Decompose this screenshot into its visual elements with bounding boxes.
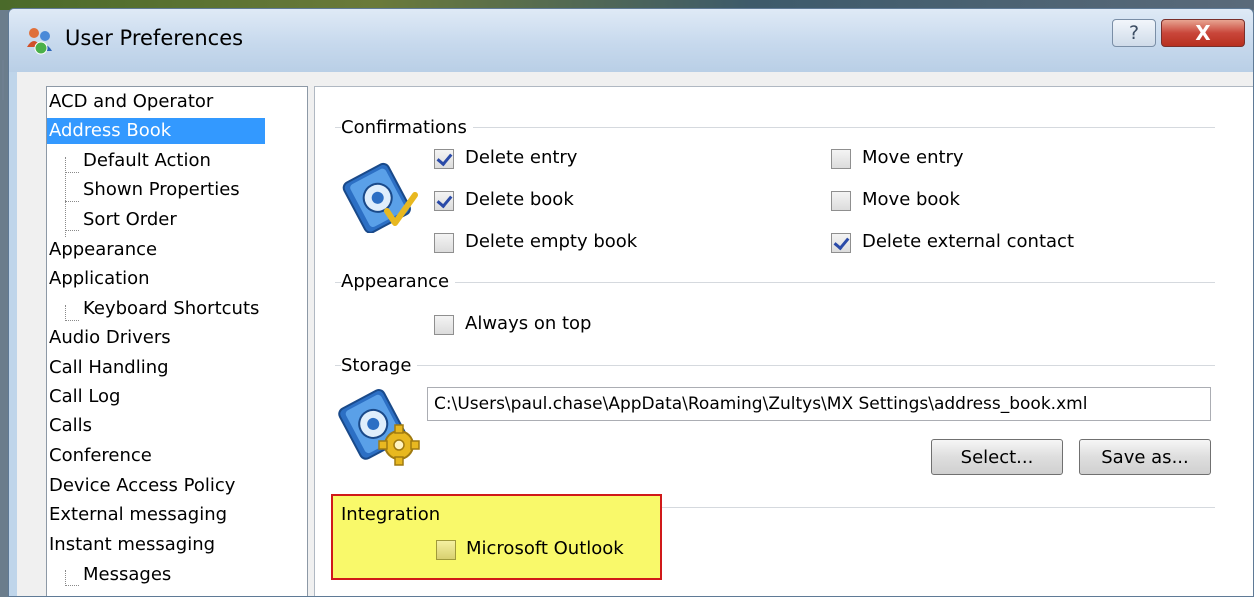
address-book-check-icon <box>342 162 418 233</box>
dialog-client-area: ACD and Operator Address Book Default Ac… <box>17 72 1253 596</box>
storage-divider <box>335 365 1215 366</box>
confirmations-heading: Confirmations <box>341 117 473 138</box>
tree-item-appearance[interactable]: Appearance <box>47 237 159 263</box>
move-book-label: Move book <box>862 189 960 210</box>
address-book-path-input[interactable] <box>427 387 1211 421</box>
tree-item-keyboard-shortcuts[interactable]: Keyboard Shortcuts <box>81 296 261 322</box>
tree-item-call-handling[interactable]: Call Handling <box>47 355 171 381</box>
preferences-tree[interactable]: ACD and Operator Address Book Default Ac… <box>46 86 308 596</box>
select-button[interactable]: Select... <box>931 439 1063 475</box>
always-on-top-checkbox[interactable] <box>434 315 454 335</box>
delete-external-contact-label: Delete external contact <box>862 231 1075 252</box>
delete-book-checkbox[interactable] <box>434 191 454 211</box>
tree-connector <box>65 320 79 321</box>
delete-entry-checkbox[interactable] <box>434 149 454 169</box>
user-preferences-app-icon <box>27 28 52 55</box>
tree-item-address-book[interactable]: Address Book <box>47 118 265 144</box>
tree-item-conference[interactable]: Conference <box>47 443 154 469</box>
tree-connector <box>65 157 66 237</box>
delete-empty-book-label: Delete empty book <box>465 231 638 252</box>
tree-item-call-log[interactable]: Call Log <box>47 384 122 410</box>
save-as-button[interactable]: Save as... <box>1079 439 1211 475</box>
delete-empty-book-checkbox[interactable] <box>434 233 454 253</box>
tree-item-default-action[interactable]: Default Action <box>81 148 213 174</box>
appearance-divider <box>335 282 1215 283</box>
desktop-edge <box>2 60 4 100</box>
tree-connector <box>65 585 79 586</box>
microsoft-outlook-label: Microsoft Outlook <box>466 538 624 559</box>
tree-item-calls[interactable]: Calls <box>47 413 94 439</box>
close-button[interactable]: X <box>1161 19 1245 47</box>
move-entry-label: Move entry <box>862 147 964 168</box>
tree-item-audio-drivers[interactable]: Audio Drivers <box>47 325 173 351</box>
title-bar[interactable]: User Preferences ? X <box>9 9 1253 72</box>
delete-book-label: Delete book <box>465 189 574 210</box>
tree-item-external-messaging[interactable]: External messaging <box>47 502 229 528</box>
integration-heading: Integration <box>341 504 441 525</box>
tree-item-instant-messaging[interactable]: Instant messaging <box>47 532 217 558</box>
storage-heading: Storage <box>341 355 418 376</box>
tree-connector <box>65 172 79 173</box>
tree-connector <box>65 305 66 321</box>
tree-connector <box>65 230 79 231</box>
always-on-top-label: Always on top <box>465 313 592 334</box>
user-preferences-window: User Preferences ? X ACD and Operator Ad… <box>8 8 1254 597</box>
tree-item-sort-order[interactable]: Sort Order <box>81 207 179 233</box>
tree-item-shown-properties[interactable]: Shown Properties <box>81 177 242 203</box>
appearance-heading: Appearance <box>341 271 456 292</box>
help-button[interactable]: ? <box>1112 19 1156 47</box>
tree-item-application[interactable]: Application <box>47 266 152 292</box>
integration-highlight: Integration Microsoft Outlook <box>331 494 662 580</box>
microsoft-outlook-checkbox[interactable] <box>436 540 456 560</box>
tree-item-device-access-policy[interactable]: Device Access Policy <box>47 473 237 499</box>
delete-entry-label: Delete entry <box>465 147 578 168</box>
tree-item-messages[interactable]: Messages <box>81 562 173 588</box>
address-book-gear-icon <box>338 389 420 466</box>
tree-item-acd-and-operator[interactable]: ACD and Operator <box>47 89 215 115</box>
move-entry-checkbox[interactable] <box>831 149 851 169</box>
delete-external-contact-checkbox[interactable] <box>831 233 851 253</box>
tree-connector <box>65 201 79 202</box>
tree-connector <box>65 570 66 586</box>
move-book-checkbox[interactable] <box>831 191 851 211</box>
window-title: User Preferences <box>65 26 244 50</box>
